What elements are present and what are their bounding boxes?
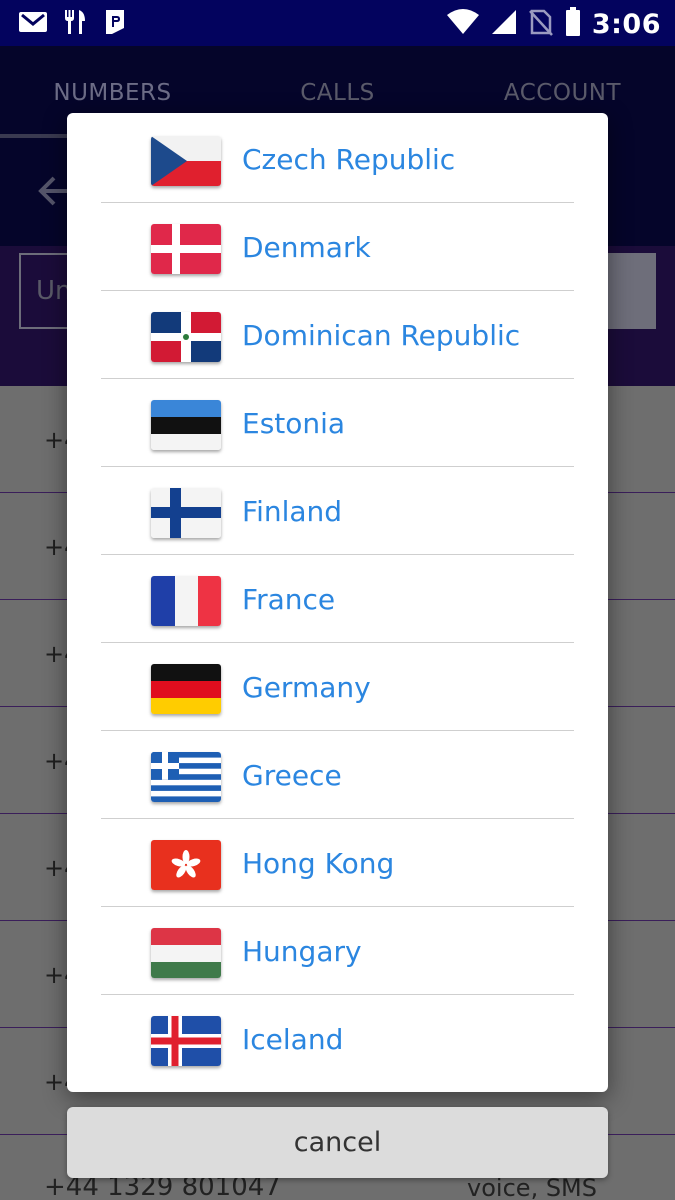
restaurant-icon [62, 8, 88, 40]
country-item-germany[interactable]: Germany [101, 643, 574, 731]
country-name: Hungary [242, 935, 362, 968]
country-item-estonia[interactable]: Estonia [101, 379, 574, 467]
country-name: Iceland [242, 1023, 344, 1056]
country-item-denmark[interactable]: Denmark [101, 203, 574, 291]
clock: 3:06 [591, 8, 661, 40]
country-name: Greece [242, 759, 342, 792]
germany-flag-icon [151, 664, 221, 714]
country-item-hong-kong[interactable]: Hong Kong [101, 819, 574, 907]
country-name: Germany [242, 671, 371, 704]
czech-republic-flag-icon [151, 136, 221, 186]
hungary-flag-icon [151, 928, 221, 978]
country-item-france[interactable]: France [101, 555, 574, 643]
country-name: Estonia [242, 407, 346, 440]
country-item-finland[interactable]: Finland [101, 467, 574, 555]
parking-app-icon [102, 8, 128, 40]
country-item-czech-republic[interactable]: Czech Republic [101, 115, 574, 203]
signal-icon [490, 8, 518, 40]
estonia-flag-icon [151, 400, 221, 450]
country-name: Hong Kong [242, 847, 395, 880]
country-item-dominican-republic[interactable]: Dominican Republic [101, 291, 574, 379]
country-name: Czech Republic [242, 143, 456, 176]
status-bar: 3:06 [0, 0, 675, 46]
hong-kong-flag-icon [151, 840, 221, 890]
country-picker-dialog: Czech Republic Denmark Dominican Republi… [67, 113, 608, 1092]
cancel-button[interactable]: cancel [67, 1107, 608, 1178]
country-name: Finland [242, 495, 343, 528]
iceland-flag-icon [151, 1016, 221, 1066]
country-name: Denmark [242, 231, 371, 264]
france-flag-icon [151, 576, 221, 626]
greece-flag-icon [151, 752, 221, 802]
country-item-iceland[interactable]: Iceland [101, 995, 574, 1083]
country-name: Dominican Republic [242, 319, 521, 352]
dominican-republic-flag-icon [151, 312, 221, 362]
no-sim-icon [528, 7, 554, 41]
battery-icon [564, 6, 582, 42]
denmark-flag-icon [151, 224, 221, 274]
gmail-icon [18, 10, 48, 38]
finland-flag-icon [151, 488, 221, 538]
country-item-hungary[interactable]: Hungary [101, 907, 574, 995]
country-name: France [242, 583, 336, 616]
country-item-greece[interactable]: Greece [101, 731, 574, 819]
wifi-icon [446, 8, 480, 40]
